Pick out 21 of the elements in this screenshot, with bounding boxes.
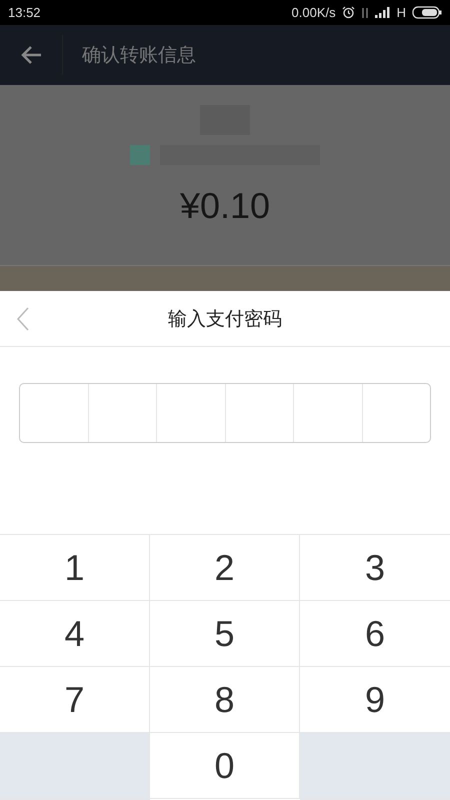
signal-icon [374,7,391,18]
password-field[interactable] [19,383,431,443]
digit-key[interactable]: 7 [0,667,150,733]
digit-key[interactable]: 5 [150,601,300,667]
transfer-amount: ¥0.10 [180,185,270,227]
back-arrow-icon[interactable] [20,45,42,65]
sheet-title: 输入支付密码 [168,308,282,332]
digit-key[interactable]: 4 [0,601,150,667]
data-transfer-icon [360,6,369,18]
digit-key[interactable]: 8 [150,667,300,733]
status-time: 13:52 [8,5,41,20]
network-type: H [396,5,406,20]
battery-icon [412,6,442,19]
account-icon [130,145,150,165]
alarm-icon [342,6,355,19]
page-title: 确认转账信息 [81,44,196,68]
digit-key[interactable]: 1 [0,535,150,601]
digit-key[interactable]: 2 [150,535,300,601]
network-speed: 0.00K/s [292,5,336,20]
digit-key[interactable]: 0 [150,733,300,799]
back-chevron-icon[interactable] [16,307,30,331]
